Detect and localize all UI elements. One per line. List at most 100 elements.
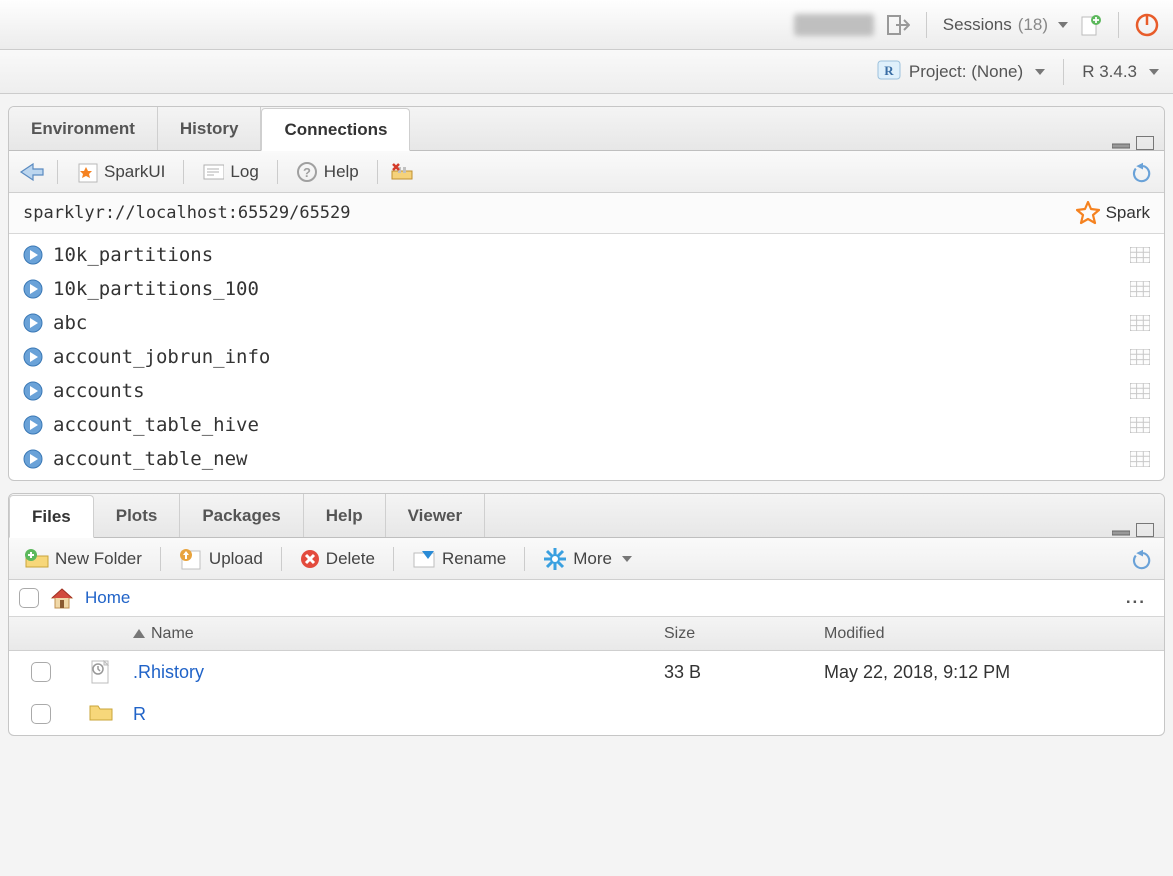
preview-table-icon[interactable] [1130, 281, 1150, 297]
table-name: abc [53, 312, 87, 334]
tab-history[interactable]: History [158, 107, 262, 150]
maximize-icon[interactable] [1136, 136, 1154, 150]
more-button[interactable]: More [537, 544, 638, 574]
global-topbar: Sessions (18) [0, 0, 1173, 50]
log-button[interactable]: Log [196, 158, 264, 186]
log-icon [202, 161, 224, 183]
table-name: account_table_hive [53, 414, 259, 436]
upload-button[interactable]: Upload [173, 545, 269, 573]
log-label: Log [230, 162, 258, 182]
tab-plots[interactable]: Plots [94, 494, 181, 537]
sort-asc-icon [133, 629, 145, 638]
minimize-icon[interactable] [1112, 136, 1130, 150]
upload-label: Upload [209, 549, 263, 569]
file-row: .Rhistory 33 B May 22, 2018, 9:12 PM [9, 651, 1164, 693]
chevron-down-icon[interactable] [1058, 22, 1068, 28]
rename-label: Rename [442, 549, 506, 569]
sparkui-icon [76, 161, 98, 183]
disconnect-icon[interactable] [390, 161, 414, 183]
tab-environment[interactable]: Environment [9, 107, 158, 150]
expand-icon[interactable] [23, 245, 43, 265]
connections-toolbar: SparkUI Log Help [9, 151, 1164, 193]
table-row[interactable]: 10k_partitions_100 [9, 272, 1164, 306]
new-session-icon[interactable] [1080, 14, 1102, 36]
expand-icon[interactable] [23, 381, 43, 401]
row-checkbox[interactable] [31, 662, 51, 682]
divider [160, 547, 161, 571]
expand-icon[interactable] [23, 347, 43, 367]
sessions-count: (18) [1018, 15, 1048, 35]
back-icon[interactable] [19, 162, 45, 182]
files-toolbar: New Folder Upload Delete Rename More [9, 538, 1164, 580]
col-modified-header[interactable]: Modified [824, 625, 1164, 643]
power-icon[interactable] [1135, 13, 1159, 37]
chevron-down-icon[interactable] [1149, 69, 1159, 75]
table-row[interactable]: abc [9, 306, 1164, 340]
new-folder-icon [25, 549, 49, 569]
new-folder-button[interactable]: New Folder [19, 546, 148, 572]
breadcrumb-home[interactable]: Home [85, 588, 130, 608]
expand-icon[interactable] [23, 279, 43, 299]
refresh-icon[interactable] [1132, 548, 1154, 570]
preview-table-icon[interactable] [1130, 451, 1150, 467]
project-label[interactable]: Project: (None) [909, 62, 1023, 82]
file-header-row: Name Size Modified [9, 617, 1164, 651]
table-name: 10k_partitions_100 [53, 278, 259, 300]
spark-star-icon [1076, 201, 1100, 225]
file-size: 33 B [664, 662, 824, 683]
minimize-icon[interactable] [1112, 523, 1130, 537]
sparkui-button[interactable]: SparkUI [70, 158, 171, 186]
table-row[interactable]: account_table_new [9, 442, 1164, 476]
delete-button[interactable]: Delete [294, 546, 381, 572]
breadcrumb-row: Home ... [9, 580, 1164, 617]
expand-icon[interactable] [23, 415, 43, 435]
new-folder-label: New Folder [55, 549, 142, 569]
spark-tag[interactable]: Spark [1076, 201, 1150, 225]
col-name-header[interactable]: Name [129, 625, 664, 643]
preview-table-icon[interactable] [1130, 383, 1150, 399]
divider [1118, 12, 1119, 38]
maximize-icon[interactable] [1136, 523, 1154, 537]
help-button[interactable]: Help [290, 158, 365, 186]
table-row[interactable]: accounts [9, 374, 1164, 408]
table-row[interactable]: account_table_hive [9, 408, 1164, 442]
refresh-icon[interactable] [1132, 161, 1154, 183]
file-name[interactable]: R [133, 704, 146, 725]
table-row[interactable]: 10k_partitions [9, 238, 1164, 272]
more-dots[interactable]: ... [1126, 588, 1154, 608]
logout-icon[interactable] [886, 13, 910, 37]
tab-viewer[interactable]: Viewer [386, 494, 486, 537]
preview-table-icon[interactable] [1130, 349, 1150, 365]
tab-connections[interactable]: Connections [261, 108, 410, 151]
sessions-label[interactable]: Sessions [943, 15, 1012, 35]
tab-packages[interactable]: Packages [180, 494, 303, 537]
rename-button[interactable]: Rename [406, 546, 512, 572]
divider [57, 160, 58, 184]
expand-icon[interactable] [23, 449, 43, 469]
select-all-checkbox[interactable] [19, 588, 39, 608]
table-name: 10k_partitions [53, 244, 213, 266]
expand-icon[interactable] [23, 313, 43, 333]
spark-label: Spark [1106, 203, 1150, 223]
connection-url-row: sparklyr://localhost:65529/65529 Spark [9, 193, 1164, 234]
files-tabstrip: Files Plots Packages Help Viewer [9, 494, 1164, 538]
r-version-label[interactable]: R 3.4.3 [1082, 62, 1137, 82]
table-row[interactable]: account_jobrun_info [9, 340, 1164, 374]
tab-files[interactable]: Files [9, 495, 94, 538]
chevron-down-icon[interactable] [1035, 69, 1045, 75]
username-blurred [794, 14, 874, 36]
divider [926, 12, 927, 38]
col-size-header[interactable]: Size [664, 625, 824, 643]
connections-tabstrip: Environment History Connections [9, 107, 1164, 151]
preview-table-icon[interactable] [1130, 315, 1150, 331]
file-modified: May 22, 2018, 9:12 PM [824, 662, 1164, 683]
home-icon[interactable] [49, 586, 75, 610]
preview-table-icon[interactable] [1130, 247, 1150, 263]
files-panel: Files Plots Packages Help Viewer New Fol… [8, 493, 1165, 736]
tab-help[interactable]: Help [304, 494, 386, 537]
folder-icon [89, 702, 113, 726]
file-name[interactable]: .Rhistory [133, 662, 204, 683]
preview-table-icon[interactable] [1130, 417, 1150, 433]
row-checkbox[interactable] [31, 704, 51, 724]
connection-url: sparklyr://localhost:65529/65529 [23, 203, 351, 223]
